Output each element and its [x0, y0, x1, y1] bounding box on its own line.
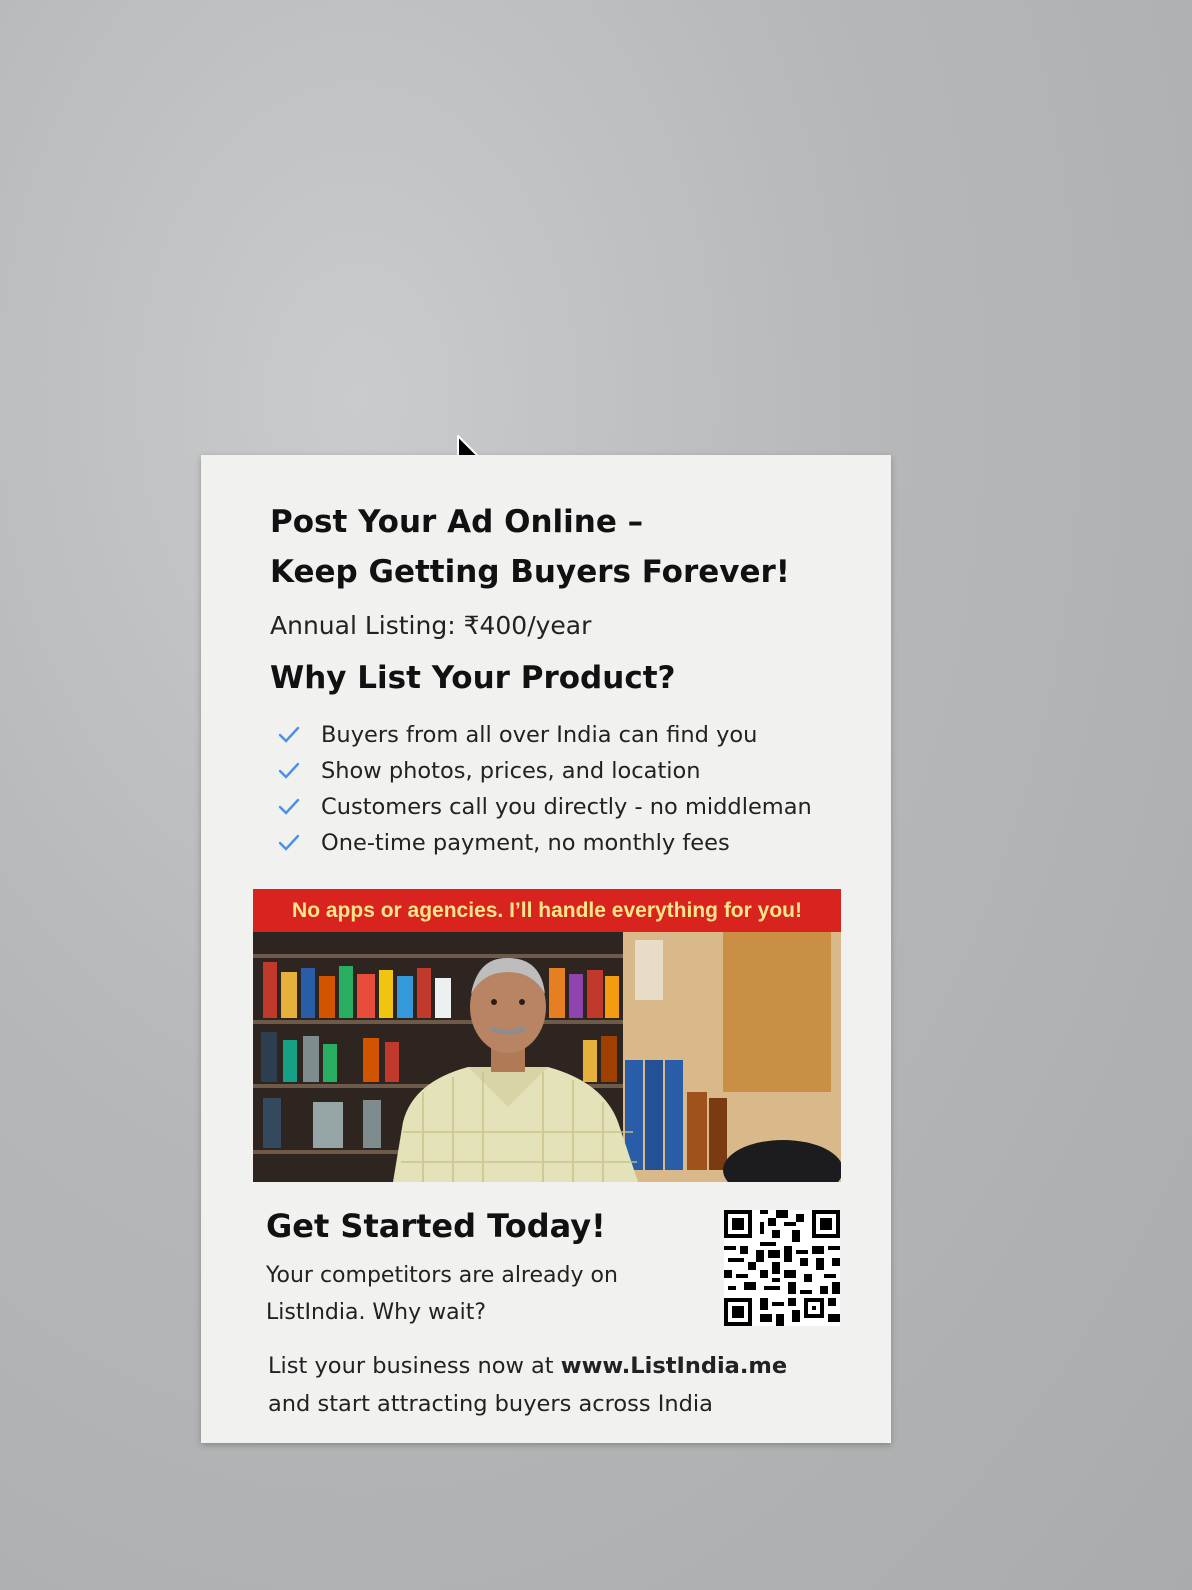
list-item: Show photos, prices, and location	[277, 753, 812, 789]
pricing-text: Annual Listing: ₹400/year	[270, 611, 592, 640]
benefit-text: Customers call you directly - no middlem…	[321, 794, 812, 820]
flyer: Post Your Ad Online – Keep Getting Buyer…	[201, 455, 891, 1443]
benefits-list: Buyers from all over India can find you …	[277, 717, 812, 861]
list-business-text: List your business now at www.ListIndia.…	[268, 1347, 841, 1423]
check-icon	[278, 834, 300, 851]
list-prefix: List your business now at	[268, 1353, 561, 1379]
banner: No apps or agencies. I’ll handle everyth…	[253, 889, 841, 932]
cta-text-line-1: Your competitors are already on	[266, 1263, 618, 1288]
list-item: One-time payment, no monthly fees	[277, 825, 812, 861]
check-icon	[278, 726, 300, 743]
qr-code[interactable]	[724, 1210, 840, 1326]
list-item: Customers call you directly - no middlem…	[277, 789, 812, 825]
why-title: Why List Your Product?	[270, 660, 676, 696]
benefit-text: Buyers from all over India can find you	[321, 722, 758, 748]
headline-line-2: Keep Getting Buyers Forever!	[270, 554, 790, 590]
list-item: Buyers from all over India can find you	[277, 717, 812, 753]
cta-text-line-2: ListIndia. Why wait?	[266, 1300, 487, 1325]
headline-line-1: Post Your Ad Online –	[270, 504, 644, 540]
headline: Post Your Ad Online – Keep Getting Buyer…	[270, 497, 790, 597]
benefit-text: Show photos, prices, and location	[321, 758, 701, 784]
check-icon	[278, 798, 300, 815]
list-suffix: and start attracting buyers across India	[268, 1391, 713, 1417]
website-link[interactable]: www.ListIndia.me	[561, 1353, 787, 1379]
check-icon	[278, 762, 300, 779]
benefit-text: One-time payment, no monthly fees	[321, 830, 730, 856]
shopkeeper-photo	[253, 932, 841, 1182]
cta-title: Get Started Today!	[266, 1207, 606, 1245]
